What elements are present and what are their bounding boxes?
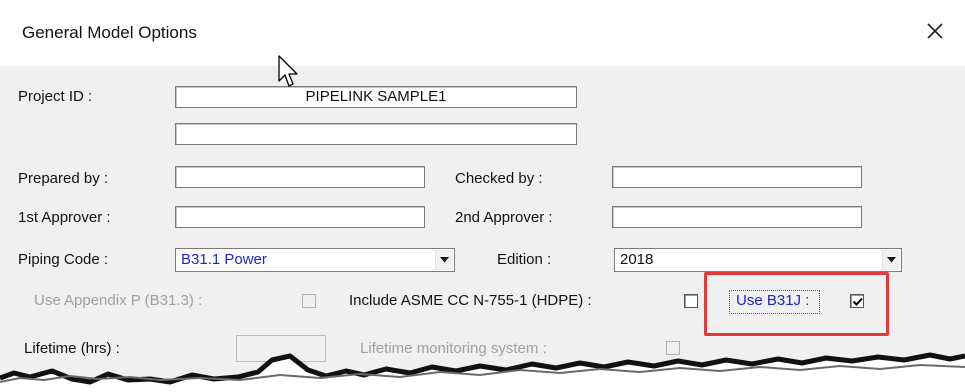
first-approver-label: 1st Approver : [18,209,111,226]
edition-label: Edition : [497,251,552,268]
chevron-down-icon [440,257,449,263]
include-asme-label: Include ASME CC N-755-1 (HDPE) : [349,292,592,309]
checked-by-field[interactable] [612,166,862,188]
use-b31j-label: Use B31J : [736,292,810,309]
second-approver-field[interactable] [612,206,862,228]
project-id-field[interactable]: PIPELINK SAMPLE1 [175,86,577,108]
use-b31j-checkbox[interactable] [850,294,864,308]
close-icon [927,23,943,39]
title-bar: General Model Options [0,0,965,66]
edition-value: 2018 [620,251,654,268]
first-approver-field[interactable] [175,206,425,228]
use-appendix-p-label: Use Appendix P (B31.3) : [34,292,203,309]
project-id-label: Project ID : [18,88,93,105]
prepared-by-label: Prepared by : [18,170,109,187]
close-button[interactable] [920,16,950,46]
include-asme-checkbox[interactable] [684,294,698,308]
chevron-down-icon [887,257,896,263]
piping-code-label: Piping Code : [18,251,109,268]
piping-code-dropdown-button[interactable] [435,250,453,270]
edition-dropdown-button[interactable] [882,250,900,270]
dialog-title: General Model Options [22,23,197,42]
checked-by-label: Checked by : [455,170,543,187]
second-approver-label: 2nd Approver : [455,209,553,226]
project-id-line2-field[interactable] [175,123,577,145]
edition-select[interactable]: 2018 [614,248,902,272]
checkmark-icon [852,297,863,306]
piping-code-value: B31.1 Power [181,251,267,268]
torn-edge [0,352,965,392]
prepared-by-field[interactable] [175,166,425,188]
piping-code-select[interactable]: B31.1 Power [175,248,455,272]
use-appendix-p-checkbox[interactable] [302,294,316,308]
mouse-cursor-icon [278,55,298,87]
